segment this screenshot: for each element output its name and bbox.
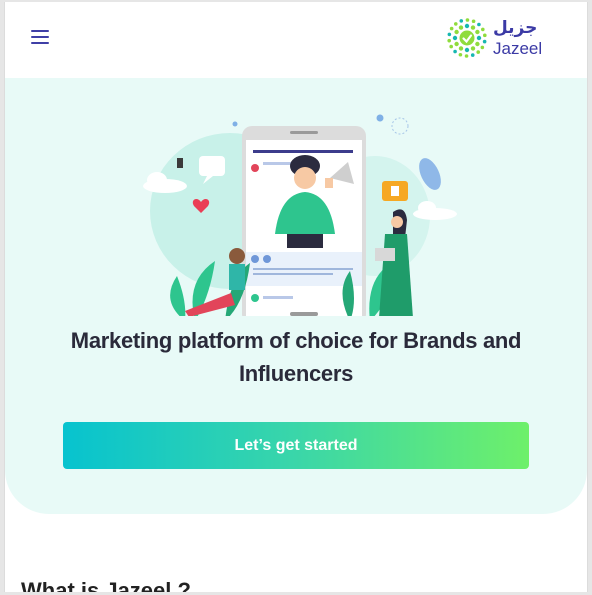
logo-arabic-text: جزيل: [493, 18, 538, 38]
jazeel-logo[interactable]: جزيل Jazeel: [445, 16, 555, 62]
hero-illustration: [143, 114, 457, 316]
hero-section: Marketing platform of choice for Brands …: [5, 78, 587, 514]
section-title: What is Jazeel ?: [21, 578, 191, 592]
logo-english-text: Jazeel: [493, 39, 543, 58]
page-frame: جزيل Jazeel Marketing platform of choice…: [4, 2, 588, 592]
get-started-button[interactable]: Let’s get started: [63, 422, 529, 469]
logo-mark-icon: [447, 18, 487, 58]
hamburger-menu-icon[interactable]: [29, 26, 51, 48]
site-header: جزيل Jazeel: [5, 2, 587, 79]
hero-headline: Marketing platform of choice for Brands …: [70, 328, 522, 386]
